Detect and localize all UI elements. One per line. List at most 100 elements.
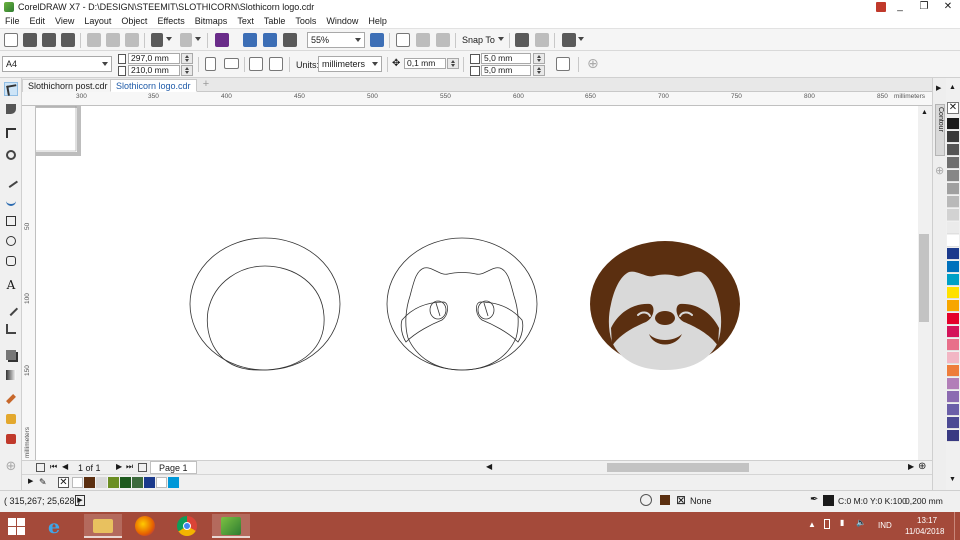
scroll-left-icon[interactable]: ◀	[486, 462, 492, 471]
treat-as-filled-icon[interactable]	[556, 57, 570, 71]
full-screen-preview-icon[interactable]	[370, 33, 384, 47]
document-palette-swatch[interactable]	[132, 477, 143, 488]
palette-swatch[interactable]	[947, 365, 959, 377]
shape-tool-icon[interactable]	[4, 102, 18, 116]
doc-eyedropper-icon[interactable]: ✎	[39, 477, 47, 488]
palette-swatch[interactable]	[947, 339, 959, 351]
clock-date[interactable]: 11/04/2018	[905, 527, 944, 536]
clock-time[interactable]: 13:17	[917, 516, 937, 525]
launcher-dropdown-icon[interactable]	[578, 37, 584, 41]
connector-tool-icon[interactable]	[4, 322, 18, 336]
open-folder-icon[interactable]	[23, 33, 37, 47]
export-icon[interactable]	[263, 33, 277, 47]
document-palette-swatch[interactable]	[84, 477, 95, 488]
docker-expand-icon[interactable]: ▶	[936, 84, 941, 92]
zoom-tool-icon[interactable]	[4, 148, 18, 162]
document-palette-swatch[interactable]	[144, 477, 155, 488]
windows-start-icon[interactable]	[8, 518, 25, 535]
menu-text[interactable]: Text	[232, 16, 259, 26]
show-desktop-button[interactable]	[954, 512, 960, 540]
coreldraw-taskbar-icon[interactable]	[212, 514, 250, 538]
application-launcher-icon[interactable]	[535, 33, 549, 47]
palette-swatch[interactable]	[947, 404, 959, 416]
doc-no-color-icon[interactable]: ✕	[58, 477, 69, 488]
drawing-canvas[interactable]	[36, 106, 918, 460]
scroll-up-icon[interactable]: ▲	[921, 109, 928, 116]
contour-docker-tab[interactable]: Contour	[935, 104, 945, 156]
status-expand-icon[interactable]: ▶	[75, 495, 85, 506]
drop-shadow-icon[interactable]	[4, 348, 18, 362]
crop-tool-icon[interactable]	[4, 126, 18, 140]
palette-scroll-up-icon[interactable]: ▲	[949, 84, 956, 91]
all-pages-icon[interactable]	[249, 57, 263, 71]
palette-scroll-down-icon[interactable]: ▼	[949, 476, 956, 483]
add-docker-icon[interactable]: ⊕	[935, 164, 944, 177]
menu-tools[interactable]: Tools	[290, 16, 321, 26]
page-1-tab[interactable]: Page 1	[150, 461, 197, 474]
minimize-button[interactable]: _	[888, 0, 912, 14]
parallel-dimension-icon[interactable]	[3, 301, 19, 317]
palette-swatch[interactable]	[947, 170, 959, 182]
no-color-icon[interactable]: ✕	[947, 102, 959, 114]
menu-bitmaps[interactable]: Bitmaps	[190, 16, 233, 26]
undo-icon[interactable]	[151, 33, 163, 47]
undo-dropdown-icon[interactable]	[166, 37, 172, 41]
menu-file[interactable]: File	[0, 16, 25, 26]
page-height-field[interactable]: 210,0 mm	[128, 65, 180, 76]
duplicate-x-spinner[interactable]	[533, 53, 545, 64]
artistic-media-icon[interactable]	[4, 194, 18, 208]
document-palette-swatch[interactable]	[120, 477, 131, 488]
firefox-icon[interactable]	[126, 514, 164, 538]
add-tool-icon[interactable]: ⊕	[4, 459, 18, 474]
search-content-icon[interactable]	[215, 33, 229, 47]
palette-swatch[interactable]	[947, 313, 959, 325]
horizontal-scroll-thumb[interactable]	[607, 463, 749, 472]
freehand-tool-icon[interactable]	[4, 174, 18, 188]
first-page-icon[interactable]: ⏮	[50, 462, 57, 472]
cut-icon[interactable]	[87, 33, 101, 47]
chrome-icon[interactable]	[168, 514, 206, 538]
add-page-icon[interactable]	[36, 463, 45, 472]
palette-swatch[interactable]	[947, 326, 959, 338]
add-page-after-icon[interactable]	[138, 463, 147, 472]
last-page-icon[interactable]: ⏭	[126, 462, 133, 472]
palette-swatch[interactable]	[947, 196, 959, 208]
palette-swatch[interactable]	[947, 157, 959, 169]
menu-layout[interactable]: Layout	[79, 16, 116, 26]
volume-icon[interactable]: 🔈	[856, 518, 866, 527]
input-language[interactable]: IND	[878, 521, 892, 530]
palette-swatch[interactable]	[947, 417, 959, 429]
new-tab-icon[interactable]: +	[200, 79, 212, 91]
options-icon[interactable]	[515, 33, 529, 47]
duplicate-distance-y[interactable]: 5,0 mm	[481, 65, 531, 76]
rectangle-tool-icon[interactable]	[4, 214, 18, 228]
duplicate-y-spinner[interactable]	[533, 65, 545, 76]
close-button[interactable]: ✕	[936, 0, 960, 14]
save-icon[interactable]	[42, 33, 56, 47]
color-eyedropper-icon[interactable]	[4, 392, 18, 406]
menu-edit[interactable]: Edit	[25, 16, 51, 26]
zoom-level-combo[interactable]: 55%	[307, 32, 365, 48]
horizontal-ruler[interactable]: 300 350 400 450 500 550 600 650 700 750 …	[22, 92, 932, 106]
palette-swatch[interactable]	[947, 300, 959, 312]
smart-fill-icon[interactable]	[4, 432, 18, 446]
publish-pdf-icon[interactable]	[283, 33, 297, 47]
file-explorer-icon[interactable]	[84, 514, 122, 538]
doc-palette-expand-icon[interactable]: ▶	[28, 477, 33, 485]
document-palette-swatch[interactable]	[72, 477, 83, 488]
tab-slothichorn-post[interactable]: Slothichorn post.cdr	[22, 79, 114, 92]
previous-page-icon[interactable]: ◀	[62, 462, 68, 471]
redo-icon[interactable]	[180, 33, 192, 47]
print-icon[interactable]	[61, 33, 75, 47]
units-select[interactable]: millimeters	[318, 56, 382, 72]
vertical-scrollbar[interactable]: ▲	[918, 106, 932, 460]
show-grid-icon[interactable]	[416, 33, 430, 47]
tab-slothicorn-logo[interactable]: Slothicorn logo.cdr	[110, 79, 197, 92]
palette-swatch[interactable]	[947, 131, 959, 143]
palette-swatch[interactable]	[947, 248, 959, 260]
document-palette-swatch[interactable]	[156, 477, 167, 488]
page-width-spinner[interactable]	[181, 53, 193, 64]
scroll-right-icon[interactable]: ▶	[908, 462, 914, 471]
menu-table[interactable]: Table	[259, 16, 291, 26]
menu-window[interactable]: Window	[321, 16, 363, 26]
